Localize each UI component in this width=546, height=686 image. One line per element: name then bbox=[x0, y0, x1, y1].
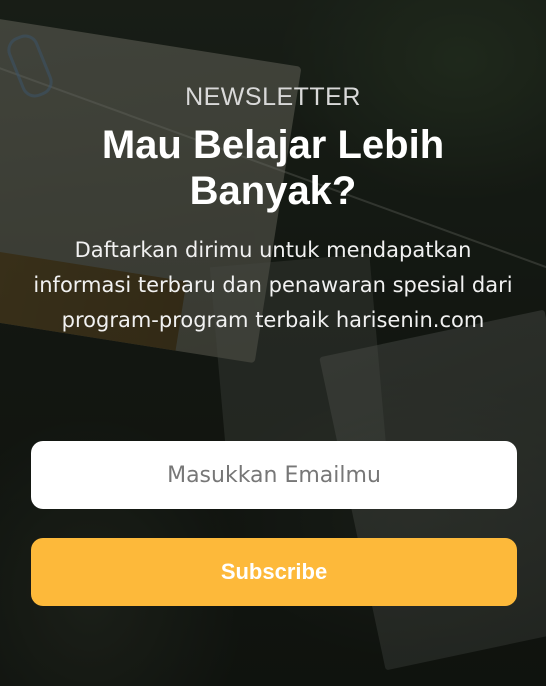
newsletter-headline: Mau Belajar Lebih Banyak? bbox=[101, 123, 445, 213]
newsletter-section: NEWSLETTER Mau Belajar Lebih Banyak? Daf… bbox=[0, 0, 546, 686]
email-input[interactable] bbox=[31, 441, 517, 509]
subscribe-button[interactable]: Subscribe bbox=[31, 538, 517, 606]
newsletter-eyebrow: NEWSLETTER bbox=[185, 83, 361, 111]
newsletter-description: Daftarkan dirimu untuk mendapatkan infor… bbox=[33, 238, 513, 332]
